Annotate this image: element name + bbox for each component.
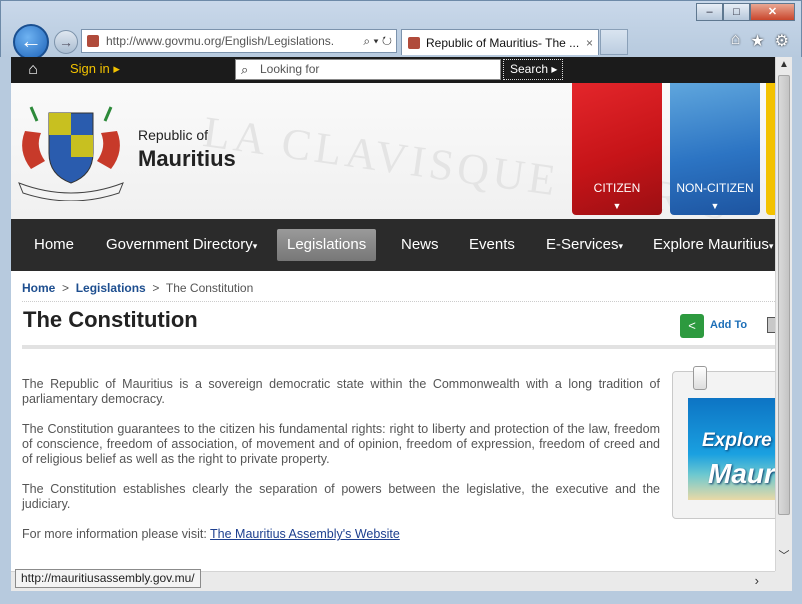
breadcrumb-legislations[interactable]: Legislations — [76, 281, 146, 295]
citizen-tile-label: CITIZEN — [593, 181, 641, 195]
search-placeholder: Looking for — [260, 62, 320, 76]
mail-icon[interactable] — [767, 317, 775, 333]
explore-mauritius-banner[interactable]: Explore Maur — [672, 366, 775, 519]
site-search-input[interactable]: ⌕ Looking for — [235, 59, 501, 80]
dropdown-icon[interactable]: ▾ — [373, 34, 378, 48]
country-name: Mauritius — [138, 146, 236, 171]
site-favicon-icon — [87, 35, 99, 47]
title-divider — [22, 345, 775, 349]
signin-link[interactable]: Sign in ▸ — [70, 61, 120, 77]
status-bar-url: http://mauritiusassembly.gov.mu/ — [15, 569, 201, 588]
browser-chrome: ‒ □ ✕ ← → http://www.govmu.org/English/L… — [0, 0, 802, 60]
nav-home[interactable]: Home — [24, 229, 84, 261]
article-body: The Republic of Mauritius is a sovereign… — [22, 377, 660, 557]
window-frame-left — [0, 57, 11, 604]
forward-arrow-icon[interactable]: → — [54, 30, 78, 54]
tab-title: Republic of Mauritius- The ... — [426, 36, 580, 50]
site-header: LA CLAVISQUE MARIS Republic of Mauritius… — [11, 83, 775, 230]
gear-icon[interactable]: ⚙ — [775, 31, 789, 51]
tab-close-icon[interactable]: × — [586, 30, 593, 55]
chrome-toolbar-icons: ⌂ ★ ⚙ — [731, 31, 789, 51]
scroll-thumb[interactable] — [778, 75, 790, 515]
nav-government-directory-label: Government Directory — [106, 236, 253, 253]
scrollbar-corner — [775, 571, 792, 591]
site-home-icon[interactable]: ⌂ — [19, 60, 47, 80]
breadcrumb-separator: > — [149, 281, 163, 295]
republic-of-label: Republic of — [138, 127, 209, 143]
site-topbar: ⌂ Sign in ▸ ⌕ Looking for Search ▸ — [11, 57, 775, 83]
nav-e-services-label: E-Services — [546, 236, 619, 253]
promo-line1: Explore — [702, 430, 772, 451]
home-icon[interactable]: ⌂ — [731, 31, 741, 51]
nav-events[interactable]: Events — [459, 229, 525, 261]
breadcrumb-separator: > — [58, 281, 73, 295]
coat-of-arms-icon — [18, 106, 124, 201]
business-tile-partial[interactable] — [766, 83, 775, 215]
chevron-right-icon: ▸ — [551, 62, 558, 76]
non-citizen-tile[interactable]: NON-CITIZEN ▼ — [670, 83, 760, 215]
refresh-icon[interactable]: ↻ — [382, 34, 392, 48]
more-info: For more information please visit: The M… — [22, 527, 660, 542]
explore-banner-image[interactable]: Explore Maur — [688, 398, 775, 500]
scroll-up-icon[interactable]: ▲ — [776, 59, 792, 70]
paragraph: The Constitution guarantees to the citiz… — [22, 422, 660, 466]
breadcrumb: Home > Legislations > The Constitution — [22, 281, 253, 295]
nav-government-directory[interactable]: Government Directory▾ — [96, 229, 267, 261]
assembly-website-link[interactable]: The Mauritius Assembly's Website — [210, 527, 400, 541]
chevron-down-icon: ▾ — [618, 241, 624, 251]
window-frame-right — [792, 57, 802, 604]
new-tab-button[interactable] — [600, 29, 628, 55]
page-viewport: ⌂ Sign in ▸ ⌕ Looking for Search ▸ LA CL… — [11, 57, 775, 571]
non-citizen-tile-label: NON-CITIZEN — [676, 181, 754, 195]
magnifier-icon: ⌕ — [241, 62, 249, 77]
chevron-down-icon: ▾ — [768, 241, 774, 251]
breadcrumb-home[interactable]: Home — [22, 281, 55, 295]
nav-explore-mauritius-label: Explore Mauritius — [653, 236, 769, 253]
share-icon[interactable]: < — [680, 314, 704, 338]
chevron-down-icon: ▾ — [252, 241, 258, 251]
nav-legislations[interactable]: Legislations — [277, 229, 377, 261]
close-window-button[interactable]: ✕ — [750, 3, 795, 21]
citizen-tile[interactable]: CITIZEN ▼ — [572, 83, 662, 215]
search-button[interactable]: Search ▸ — [503, 59, 563, 80]
scroll-right-icon[interactable]: › — [755, 573, 759, 588]
window-controls: ‒ □ ✕ — [696, 3, 795, 21]
window-frame-bottom — [0, 591, 802, 604]
main-navigation: Home Government Directory▾ Legislations … — [11, 219, 775, 271]
nav-news[interactable]: News — [391, 229, 449, 261]
add-to-link[interactable]: Add To — [710, 319, 747, 331]
breadcrumb-divider — [22, 301, 775, 302]
breadcrumb-current: The Constitution — [165, 281, 254, 295]
paragraph: The Constitution establishes clearly the… — [22, 482, 660, 511]
browser-tab[interactable]: Republic of Mauritius- The ... × — [401, 29, 599, 55]
promo-line2: Maur — [708, 458, 775, 489]
chevron-down-icon: ▼ — [612, 201, 622, 211]
address-tools[interactable]: ⌕ ▾ ↻ — [360, 30, 392, 52]
search-icon[interactable]: ⌕ — [363, 34, 370, 48]
minimize-button[interactable]: ‒ — [696, 3, 723, 21]
tab-favicon-icon — [408, 37, 420, 49]
maximize-button[interactable]: □ — [723, 3, 750, 21]
nav-e-services[interactable]: E-Services▾ — [536, 229, 633, 261]
favorites-star-icon[interactable]: ★ — [750, 31, 764, 51]
signin-label: Sign in — [70, 61, 110, 76]
search-button-label: Search — [510, 62, 549, 76]
back-arrow-icon[interactable]: ← — [13, 24, 49, 60]
chevron-down-icon: ▼ — [710, 201, 720, 211]
nav-explore-mauritius[interactable]: Explore Mauritius▾ — [643, 229, 775, 261]
page-title: The Constitution — [23, 307, 198, 332]
chevron-right-icon: ▸ — [113, 61, 120, 76]
vertical-scrollbar[interactable]: ▲ ﹀ — [775, 57, 792, 571]
address-url: http://www.govmu.org/English/Legislation… — [106, 34, 335, 48]
more-info-prefix: For more information please visit: — [22, 527, 207, 541]
scroll-down-icon[interactable]: ﹀ — [776, 547, 792, 563]
paragraph: The Republic of Mauritius is a sovereign… — [22, 377, 660, 406]
address-bar[interactable]: http://www.govmu.org/English/Legislation… — [81, 29, 397, 53]
banner-tab-handle — [693, 366, 707, 390]
